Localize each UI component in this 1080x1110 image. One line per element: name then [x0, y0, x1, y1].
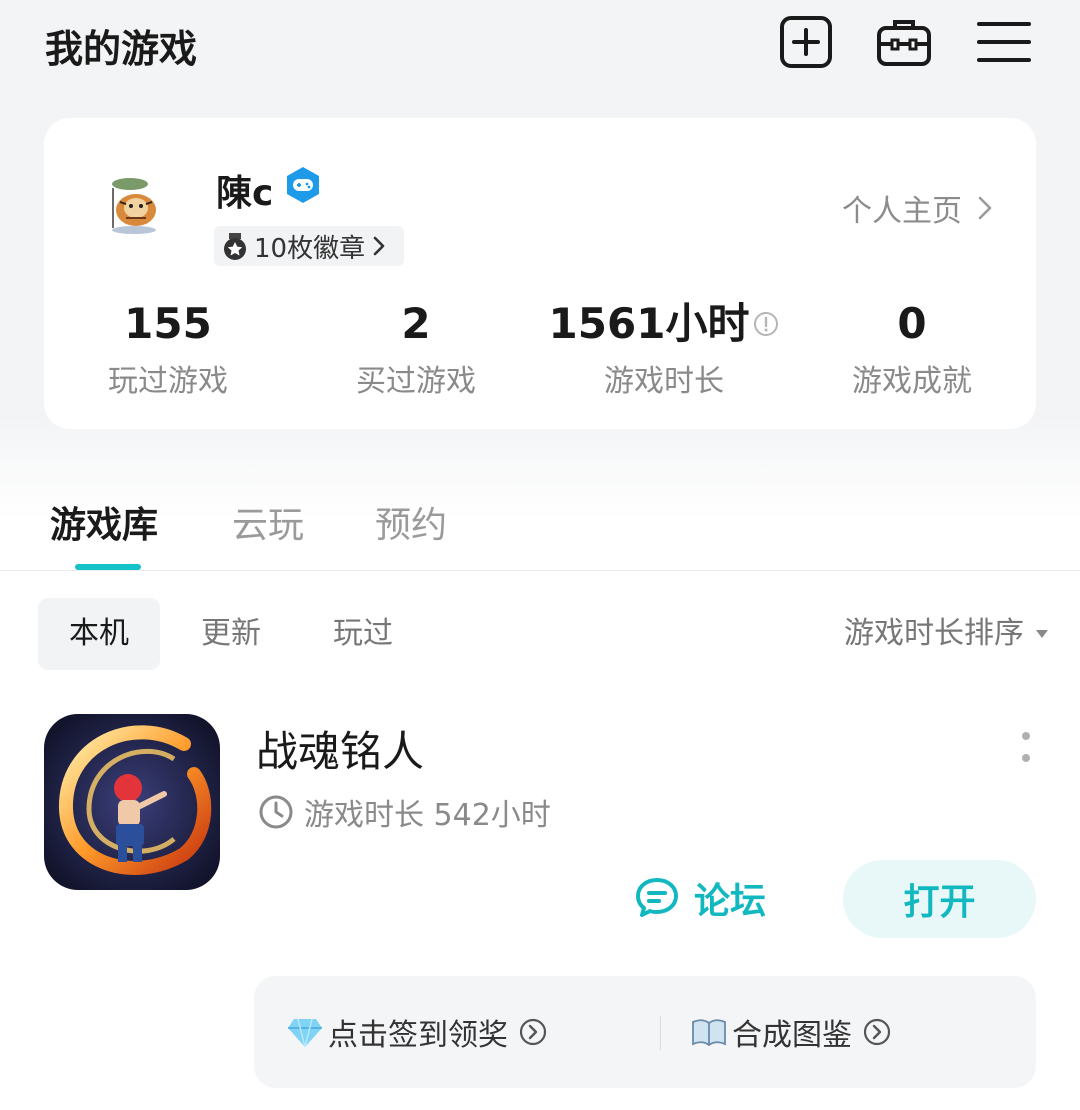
daily-checkin-link[interactable]: 点击签到领奖 [286, 976, 548, 1088]
avatar[interactable] [104, 174, 162, 236]
forum-button[interactable]: 论坛 [634, 872, 766, 924]
stats-row: 155 玩过游戏 2 买过游戏 1561小时 游戏时长 0 游戏成就 [44, 296, 1036, 406]
stat-value-row: 1561小时 [540, 296, 788, 352]
username: 陳c [216, 173, 274, 214]
info-icon[interactable] [753, 311, 779, 337]
stat-label: 游戏时长 [604, 364, 724, 399]
tab-library[interactable]: 游戏库 [50, 496, 158, 548]
filter-chip-played[interactable]: 玩过 [302, 598, 424, 670]
profile-card: 陳c 10枚徽章 个人主页 155 玩过游戏 2 买过游戏 1561小时 游戏时… [44, 118, 1036, 429]
toolbox-icon[interactable] [876, 14, 932, 70]
profile-link[interactable]: 个人主页 [842, 186, 996, 230]
profile-link-label: 个人主页 [842, 194, 962, 229]
tab-cloud-play[interactable]: 云玩 [232, 496, 304, 548]
stat-value: 155 [124, 299, 212, 348]
chevron-right-icon [373, 236, 385, 256]
more-options-icon[interactable] [1016, 730, 1036, 766]
game-title[interactable]: 战魂铭人 [256, 718, 424, 779]
chevron-circle-icon [519, 1018, 547, 1046]
book-icon [692, 1019, 726, 1047]
badges-button[interactable]: 10枚徽章 [214, 226, 404, 266]
sort-label: 游戏时长排序 [844, 616, 1024, 651]
stat-played[interactable]: 155 玩过游戏 [44, 296, 292, 400]
clock-icon [259, 795, 293, 829]
crafting-guide-label: 合成图鉴 [732, 1018, 852, 1053]
menu-icon[interactable] [976, 14, 1032, 70]
quick-actions-panel: 点击签到领奖 合成图鉴 [254, 976, 1036, 1088]
open-game-button[interactable]: 打开 [843, 860, 1036, 938]
game-icon[interactable] [44, 714, 220, 890]
app-header: 我的游戏 [0, 0, 1080, 90]
stat-bought[interactable]: 2 买过游戏 [292, 296, 540, 400]
stat-label: 买过游戏 [356, 364, 476, 399]
chat-bubble-icon [636, 878, 678, 917]
forum-label: 论坛 [694, 881, 767, 922]
crafting-guide-link[interactable]: 合成图鉴 [690, 976, 892, 1088]
stat-playtime[interactable]: 1561小时 游戏时长 [540, 296, 788, 400]
stat-label: 玩过游戏 [108, 364, 228, 399]
stat-value: 2 [401, 299, 431, 348]
filter-chip-local[interactable]: 本机 [38, 598, 160, 670]
playtime-text: 游戏时长 542小时 [304, 798, 551, 833]
daily-checkin-label: 点击签到领奖 [328, 1018, 508, 1053]
tab-reservations[interactable]: 预约 [375, 496, 447, 548]
chevron-circle-icon [863, 1018, 891, 1046]
badges-label: 10枚徽章 [254, 233, 366, 264]
sort-dropdown[interactable]: 游戏时长排序 [844, 598, 1050, 670]
tabs-divider [0, 570, 1080, 571]
stat-label: 游戏成就 [852, 364, 972, 399]
stat-value: 1561小时 [548, 299, 750, 348]
chevron-right-icon [978, 196, 992, 220]
main-tabs: 游戏库 云玩 预约 [0, 478, 1080, 570]
add-square-icon[interactable] [778, 14, 834, 70]
caret-down-icon [1036, 630, 1048, 638]
filter-chip-updates[interactable]: 更新 [170, 598, 292, 670]
medal-icon [224, 233, 246, 260]
quick-actions-divider [660, 1016, 661, 1050]
stat-value: 0 [897, 299, 927, 348]
page-title: 我的游戏 [45, 27, 198, 71]
filter-bar: 本机 更新 玩过 游戏时长排序 [0, 598, 1080, 670]
stat-achievements[interactable]: 0 游戏成就 [788, 296, 1036, 400]
game-playtime: 游戏时长 542小时 [258, 790, 551, 834]
diamond-icon [288, 1018, 322, 1048]
gamepad-verified-icon [284, 166, 322, 204]
